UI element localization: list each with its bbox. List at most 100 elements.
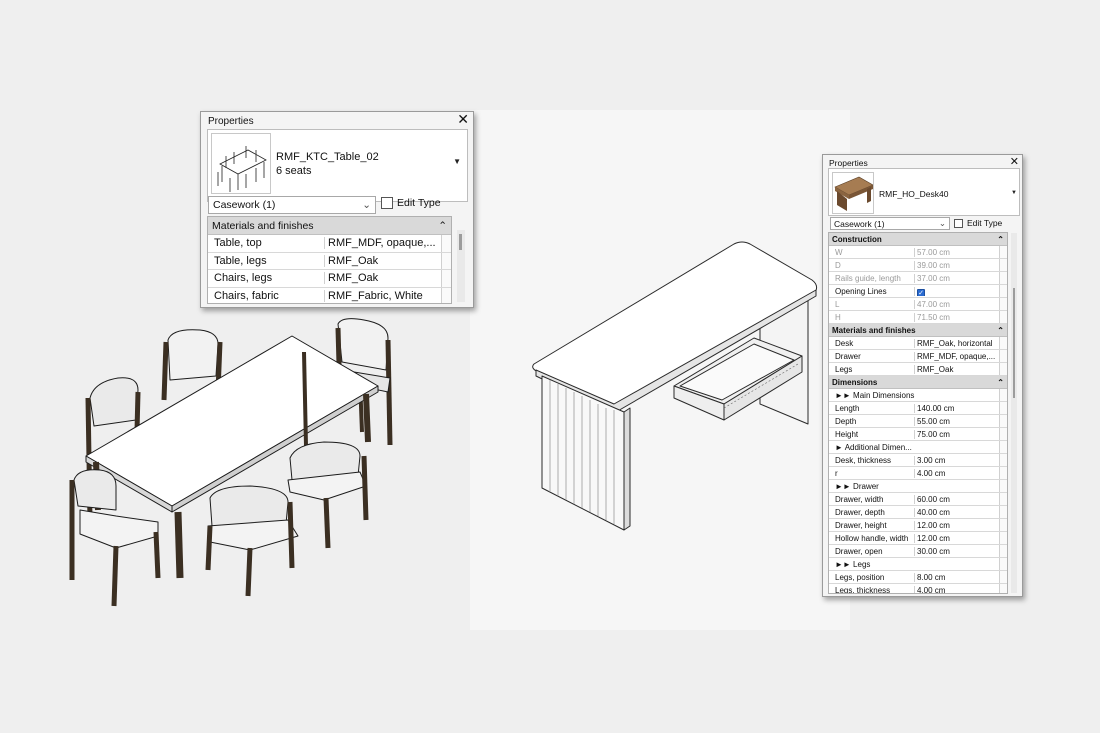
opening-lines-checkbox[interactable]: ✓ (917, 288, 925, 296)
parameter-group-row[interactable]: ► Additional Dimen... (829, 441, 1007, 454)
parameter-value[interactable]: 4.00 cm (915, 469, 999, 478)
parameter-row[interactable]: W 57.00 cm (829, 246, 1007, 259)
collapse-icon[interactable]: ⌃ (997, 378, 1004, 387)
associate-parameter-button[interactable] (441, 270, 451, 287)
parameter-value[interactable]: RMF_Oak, horizontal (915, 339, 999, 348)
parameter-value[interactable]: 75.00 cm (915, 430, 999, 439)
associate-parameter-button[interactable] (999, 259, 1007, 271)
associate-parameter-button[interactable] (999, 519, 1007, 531)
parameter-row[interactable]: Table, legs RMF_Oak (208, 252, 451, 270)
parameter-value[interactable]: RMF_MDF, opaque,... (325, 237, 441, 249)
associate-parameter-button[interactable] (999, 272, 1007, 284)
associate-parameter-button[interactable] (999, 298, 1007, 310)
category-filter-select[interactable]: Casework (1) ⌄ (208, 196, 376, 214)
parameter-row[interactable]: Opening Lines ✓ (829, 285, 1007, 298)
associate-parameter-button[interactable] (999, 389, 1007, 401)
parameter-value[interactable]: 37.00 cm (915, 274, 999, 283)
parameter-group-row[interactable]: ►► Legs (829, 558, 1007, 571)
associate-parameter-button[interactable] (999, 493, 1007, 505)
associate-parameter-button[interactable] (999, 415, 1007, 427)
parameter-row[interactable]: Table, top RMF_MDF, opaque,... (208, 235, 451, 253)
parameter-row[interactable]: Depth 55.00 cm (829, 415, 1007, 428)
parameter-row[interactable]: Drawer, open 30.00 cm (829, 545, 1007, 558)
parameter-value[interactable]: 12.00 cm (915, 534, 999, 543)
parameter-row[interactable]: H 71.50 cm (829, 311, 1007, 324)
collapse-icon[interactable]: ⌃ (438, 220, 447, 232)
edit-type-button[interactable]: Edit Type (381, 197, 441, 209)
parameter-row[interactable]: Legs, thickness 4.00 cm (829, 584, 1007, 594)
parameter-value[interactable]: 71.50 cm (915, 313, 999, 322)
category-filter-select[interactable]: Casework (1) ⌄ (830, 217, 950, 230)
associate-parameter-button[interactable] (999, 467, 1007, 479)
associate-parameter-button[interactable] (999, 311, 1007, 323)
associate-parameter-button[interactable] (999, 285, 1007, 297)
collapse-icon[interactable]: ⌃ (997, 326, 1004, 335)
dining-set-drawing[interactable] (60, 310, 400, 610)
parameter-value[interactable]: RMF_Fabric, White (325, 290, 441, 302)
associate-parameter-button[interactable] (999, 532, 1007, 544)
parameter-row[interactable]: Chairs, fabric RMF_Fabric, White (208, 287, 451, 303)
parameter-row[interactable]: Rails guide, length 37.00 cm (829, 272, 1007, 285)
chevron-down-icon[interactable]: ▼ (453, 157, 461, 166)
parameter-row[interactable]: Hollow handle, width 12.00 cm (829, 532, 1007, 545)
associate-parameter-button[interactable] (999, 545, 1007, 557)
parameter-group-row[interactable]: ►► Main Dimensions (829, 389, 1007, 402)
parameter-value[interactable]: 57.00 cm (915, 248, 999, 257)
parameter-value[interactable]: RMF_Oak (325, 272, 441, 284)
edit-type-button[interactable]: Edit Type (954, 218, 1002, 228)
parameter-value[interactable]: 55.00 cm (915, 417, 999, 426)
vertical-scrollbar[interactable] (1011, 233, 1017, 593)
parameter-value[interactable]: 39.00 cm (915, 261, 999, 270)
associate-parameter-button[interactable] (999, 402, 1007, 414)
scrollbar-thumb[interactable] (1013, 288, 1015, 398)
associate-parameter-button[interactable] (999, 480, 1007, 492)
parameter-row[interactable]: Chairs, legs RMF_Oak (208, 270, 451, 288)
parameter-value[interactable]: 3.00 cm (915, 456, 999, 465)
parameter-value[interactable]: RMF_MDF, opaque,... (915, 352, 999, 361)
parameter-row[interactable]: D 39.00 cm (829, 259, 1007, 272)
parameter-value[interactable]: RMF_Oak (915, 365, 999, 374)
associate-parameter-button[interactable] (999, 571, 1007, 583)
chevron-down-icon[interactable]: ▼ (1011, 190, 1017, 196)
parameter-row[interactable]: Drawer, width 60.00 cm (829, 493, 1007, 506)
associate-parameter-button[interactable] (999, 350, 1007, 362)
associate-parameter-button[interactable] (999, 584, 1007, 593)
vertical-scrollbar[interactable] (457, 230, 465, 302)
type-selector[interactable]: RMF_HO_Desk40 ▼ (828, 168, 1020, 216)
associate-parameter-button[interactable] (999, 337, 1007, 349)
associate-parameter-button[interactable] (999, 558, 1007, 570)
parameter-row[interactable]: Desk RMF_Oak, horizontal (829, 337, 1007, 350)
desk-drawing[interactable] (528, 236, 824, 536)
parameter-value[interactable]: 12.00 cm (915, 521, 999, 530)
associate-parameter-button[interactable] (999, 246, 1007, 258)
parameter-row[interactable]: Drawer, height 12.00 cm (829, 519, 1007, 532)
parameter-value[interactable]: 47.00 cm (915, 300, 999, 309)
parameter-value[interactable]: RMF_Oak (325, 255, 441, 267)
type-selector[interactable]: RMF_KTC_Table_02 6 seats ▼ (207, 129, 468, 202)
scrollbar-thumb[interactable] (459, 234, 462, 250)
parameter-row[interactable]: Length 140.00 cm (829, 402, 1007, 415)
section-header[interactable]: Materials and finishes ⌃ (208, 217, 451, 235)
associate-parameter-button[interactable] (999, 363, 1007, 375)
section-header[interactable]: Dimensions ⌃ (829, 376, 1007, 389)
section-header[interactable]: Materials and finishes ⌃ (829, 324, 1007, 337)
parameter-row[interactable]: Legs, position 8.00 cm (829, 571, 1007, 584)
collapse-icon[interactable]: ⌃ (997, 235, 1004, 244)
parameter-row[interactable]: Drawer, depth 40.00 cm (829, 506, 1007, 519)
parameter-value[interactable]: 40.00 cm (915, 508, 999, 517)
parameter-value[interactable]: 60.00 cm (915, 495, 999, 504)
parameter-value[interactable]: 4.00 cm (915, 586, 999, 594)
parameter-row[interactable]: Desk, thickness 3.00 cm (829, 454, 1007, 467)
parameter-group-row[interactable]: ►► Drawer (829, 480, 1007, 493)
parameter-row[interactable]: L 47.00 cm (829, 298, 1007, 311)
parameter-row[interactable]: Drawer RMF_MDF, opaque,... (829, 350, 1007, 363)
close-icon[interactable]: ✕ (457, 113, 469, 127)
parameter-value[interactable]: 140.00 cm (915, 404, 999, 413)
associate-parameter-button[interactable] (441, 287, 451, 303)
associate-parameter-button[interactable] (999, 441, 1007, 453)
section-header[interactable]: Construction ⌃ (829, 233, 1007, 246)
parameter-row[interactable]: Height 75.00 cm (829, 428, 1007, 441)
parameter-value[interactable]: 8.00 cm (915, 573, 999, 582)
parameter-row[interactable]: Legs RMF_Oak (829, 363, 1007, 376)
associate-parameter-button[interactable] (441, 252, 451, 269)
